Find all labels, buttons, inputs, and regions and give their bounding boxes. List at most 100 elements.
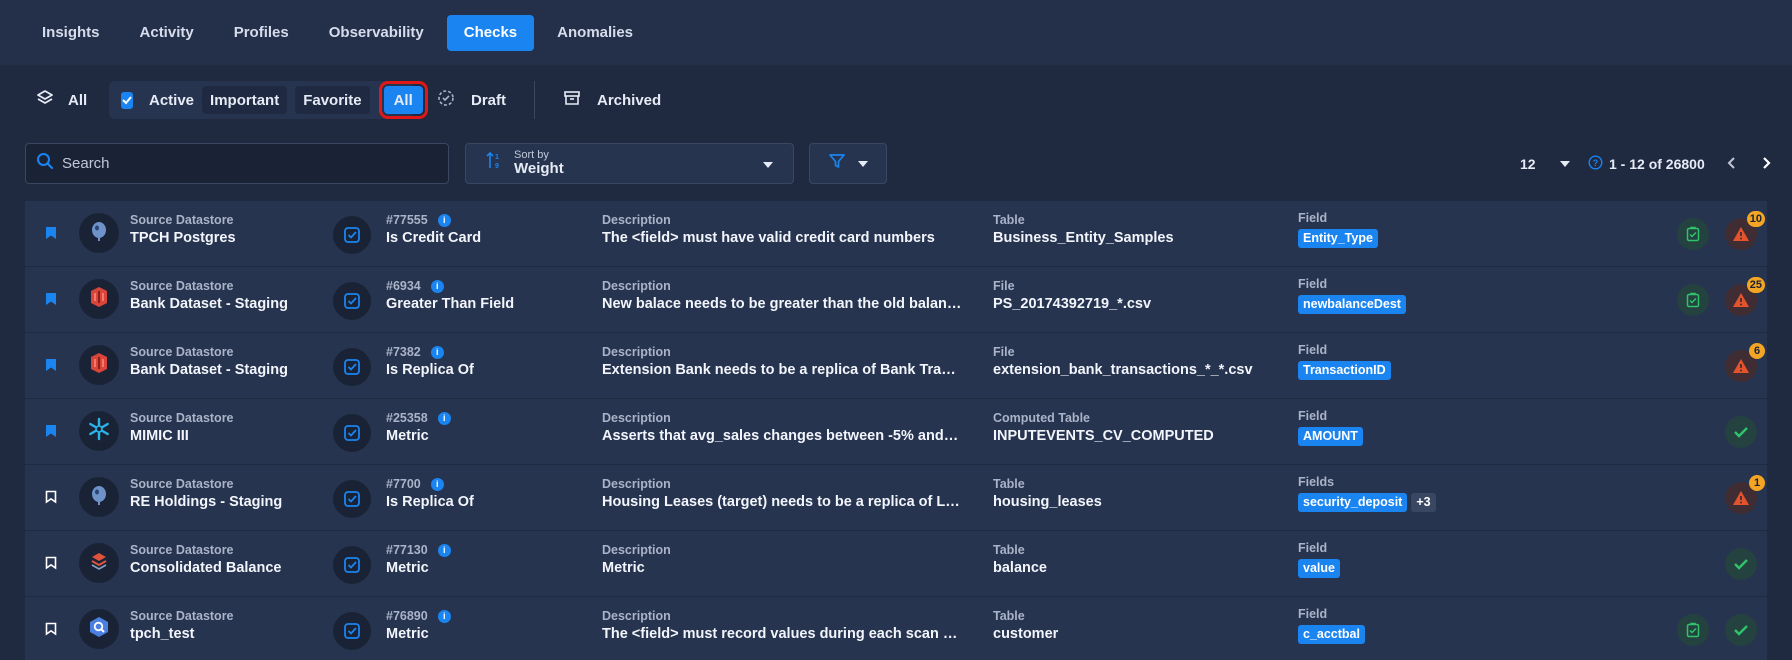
- info-icon[interactable]: i: [437, 411, 451, 425]
- description-text: Asserts that avg_sales changes between -…: [602, 428, 962, 445]
- field-cell: Field newbalanceDest: [1298, 277, 1538, 314]
- filter-archived[interactable]: Archived: [563, 89, 661, 111]
- tab-activity[interactable]: Activity: [123, 15, 211, 51]
- page-size-chevron-icon[interactable]: [1560, 161, 1570, 167]
- source-cell: Source Datastore Bank Dataset - Staging: [130, 279, 330, 313]
- description-caption: Description: [602, 213, 671, 227]
- check-id[interactable]: #77130: [386, 543, 428, 557]
- active-checkbox-icon[interactable]: [121, 91, 133, 109]
- clipboard-check-icon[interactable]: [1677, 284, 1709, 316]
- bookmark-filled-icon[interactable]: [45, 358, 57, 377]
- table-caption: Table: [993, 213, 1025, 227]
- bookmark-filled-icon[interactable]: [45, 226, 57, 245]
- check-row[interactable]: Source Datastore Bank Dataset - Staging …: [25, 333, 1767, 399]
- success-check-icon[interactable]: [1725, 416, 1757, 448]
- info-icon[interactable]: i: [430, 477, 444, 491]
- filter-button[interactable]: [809, 143, 887, 184]
- info-icon[interactable]: i: [437, 543, 451, 557]
- tab-insights[interactable]: Insights: [25, 15, 117, 51]
- table-caption: Table: [993, 477, 1025, 491]
- success-check-icon[interactable]: [1725, 548, 1757, 580]
- info-icon[interactable]: i: [430, 279, 444, 293]
- page-size-value[interactable]: 12: [1520, 156, 1560, 172]
- field-tag[interactable]: Entity_Type: [1298, 229, 1378, 248]
- bookmark-filled-icon[interactable]: [45, 292, 57, 311]
- tab-profiles[interactable]: Profiles: [217, 15, 306, 51]
- anomaly-count-badge: 6: [1749, 343, 1765, 359]
- field-tag[interactable]: c_acctbal: [1298, 625, 1365, 644]
- info-icon[interactable]: i: [437, 213, 451, 227]
- clipboard-check-icon[interactable]: [1677, 218, 1709, 250]
- bookmark-icon[interactable]: [45, 622, 57, 641]
- field-cell: Field TransactionID: [1298, 343, 1538, 380]
- check-id[interactable]: #25358: [386, 411, 428, 425]
- source-cell: Source Datastore MIMIC III: [130, 411, 330, 445]
- table-name: extension_bank_transactions_*_*.csv: [993, 362, 1253, 379]
- warning-icon[interactable]: 10: [1725, 211, 1765, 250]
- success-check-icon[interactable]: [1725, 614, 1757, 646]
- chevron-left-icon[interactable]: [1727, 156, 1737, 173]
- more-fields-badge[interactable]: +3: [1411, 493, 1436, 512]
- check-id[interactable]: #7700: [386, 477, 421, 491]
- description-caption: Description: [602, 477, 671, 491]
- filter-active-all[interactable]: All: [378, 81, 428, 119]
- field-cell: Field AMOUNT: [1298, 409, 1538, 446]
- bookmark-icon[interactable]: [45, 556, 57, 575]
- filter-active-label[interactable]: Active: [149, 92, 194, 109]
- tab-anomalies[interactable]: Anomalies: [540, 15, 650, 51]
- warning-icon[interactable]: 1: [1725, 475, 1765, 514]
- clipboard-check-icon[interactable]: [1677, 614, 1709, 646]
- description-caption: Description: [602, 279, 671, 293]
- check-type: Metric: [386, 560, 429, 577]
- table-name: customer: [993, 626, 1059, 643]
- postgres-icon: [87, 219, 111, 248]
- info-icon[interactable]: i: [430, 345, 444, 359]
- sort-select[interactable]: 19 Sort by Weight: [465, 143, 794, 184]
- check-row[interactable]: Source Datastore tpch_test #76890 i Metri…: [25, 597, 1767, 660]
- warning-icon[interactable]: 25: [1725, 277, 1765, 316]
- check-type: Metric: [386, 428, 429, 445]
- check-row[interactable]: Source Datastore TPCH Postgres #77555 i I…: [25, 201, 1767, 267]
- check-id[interactable]: #7382: [386, 345, 421, 359]
- filter-favorite[interactable]: Favorite: [295, 86, 370, 114]
- field-tag[interactable]: newbalanceDest: [1298, 295, 1406, 314]
- field-cell: Field value: [1298, 541, 1538, 578]
- check-type: Is Replica Of: [386, 494, 474, 511]
- datastore-avatar: [79, 279, 119, 319]
- field-tag[interactable]: TransactionID: [1298, 361, 1391, 380]
- source-name: RE Holdings - Staging: [130, 494, 283, 511]
- source-caption: Source Datastore: [130, 477, 234, 491]
- check-id[interactable]: #77555: [386, 213, 428, 227]
- source-caption: Source Datastore: [130, 543, 234, 557]
- tab-observability[interactable]: Observability: [312, 15, 441, 51]
- filter-all[interactable]: All: [36, 89, 87, 111]
- search-input[interactable]: [62, 155, 422, 172]
- anomaly-count-badge: 25: [1746, 277, 1765, 293]
- s3-icon: [87, 285, 111, 314]
- check-id[interactable]: #6934: [386, 279, 421, 293]
- source-caption: Source Datastore: [130, 213, 234, 227]
- help-icon[interactable]: ?: [1588, 155, 1603, 173]
- field-tag[interactable]: AMOUNT: [1298, 427, 1363, 446]
- field-tag[interactable]: security_deposit: [1298, 493, 1408, 512]
- chevron-down-icon: [858, 160, 868, 167]
- check-row[interactable]: Source Datastore RE Holdings - Staging #…: [25, 465, 1767, 531]
- filter-important[interactable]: Important: [202, 86, 288, 114]
- draft-icon: [437, 89, 455, 111]
- tab-checks[interactable]: Checks: [446, 14, 535, 51]
- check-row[interactable]: Source Datastore Consolidated Balance #7…: [25, 531, 1767, 597]
- check-icon: [333, 480, 371, 518]
- check-row[interactable]: Source Datastore Bank Dataset - Staging …: [25, 267, 1767, 333]
- checks-list: Source Datastore TPCH Postgres #77555 i I…: [25, 201, 1767, 660]
- warning-icon[interactable]: 6: [1725, 343, 1765, 382]
- check-row[interactable]: Source Datastore MIMIC III #25358 i Metri…: [25, 399, 1767, 465]
- s3-icon: [87, 351, 111, 380]
- info-icon[interactable]: i: [437, 609, 451, 623]
- bookmark-icon[interactable]: [45, 490, 57, 509]
- field-tag[interactable]: value: [1298, 559, 1340, 578]
- bookmark-filled-icon[interactable]: [45, 424, 57, 443]
- check-id[interactable]: #76890: [386, 609, 428, 623]
- chevron-right-icon[interactable]: [1761, 156, 1771, 173]
- filter-draft[interactable]: Draft: [437, 89, 506, 111]
- table-caption: Table: [993, 543, 1025, 557]
